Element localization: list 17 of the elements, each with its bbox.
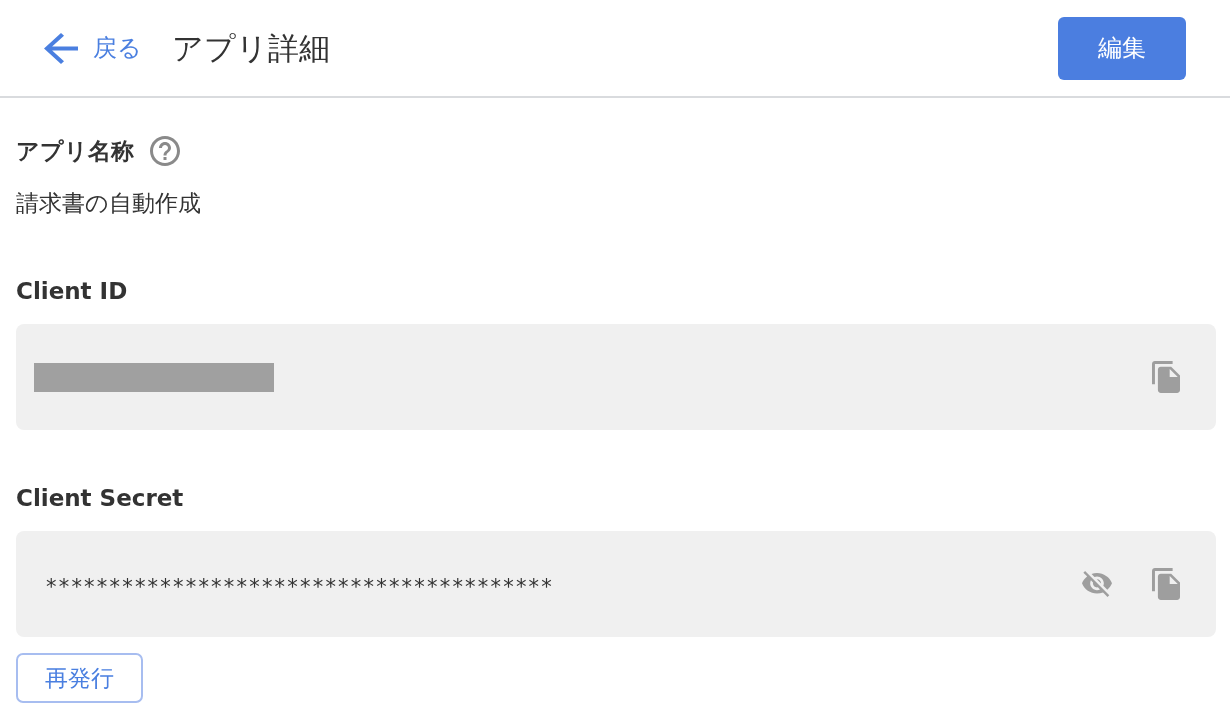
- copy-icon: [1152, 361, 1180, 393]
- eye-slash-icon: [1082, 571, 1112, 597]
- page-title: アプリ詳細: [172, 29, 330, 68]
- field-label: Client Secret: [16, 484, 184, 513]
- copy-button[interactable]: [1152, 361, 1180, 393]
- back-arrow-icon: [44, 32, 78, 64]
- edit-button[interactable]: 編集: [1058, 16, 1186, 80]
- visibility-toggle-button[interactable]: [1082, 571, 1112, 597]
- field-label: Client ID: [16, 277, 128, 306]
- field-label: アプリ名称: [16, 137, 134, 166]
- masked-secret-text: ****************************************: [46, 574, 554, 600]
- copy-icon: [1152, 568, 1180, 600]
- help-icon[interactable]: [150, 136, 180, 166]
- field-value: 請求書の自動作成: [16, 189, 201, 218]
- reissue-button[interactable]: 再発行: [16, 653, 143, 703]
- back-link[interactable]: 戻る: [44, 32, 142, 64]
- copy-button[interactable]: [1152, 568, 1180, 600]
